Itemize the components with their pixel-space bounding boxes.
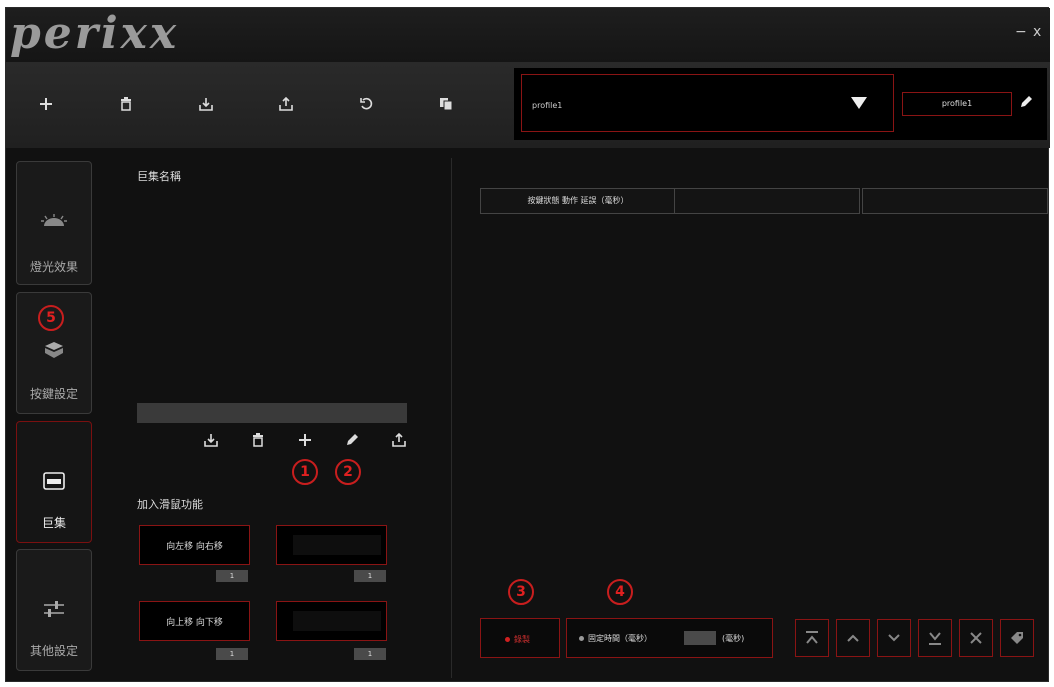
record-label: 錄製 — [514, 635, 530, 644]
counter-3[interactable]: 1 — [216, 648, 248, 660]
sidebar-item-label: 巨集 — [41, 516, 66, 530]
delete-step-button[interactable] — [959, 619, 993, 657]
counter-2[interactable]: 1 — [354, 570, 386, 582]
move-blank-slot-2[interactable] — [276, 601, 387, 641]
profile-dropdown[interactable]: profile1 — [521, 74, 894, 132]
key-icon — [45, 342, 63, 358]
ms-unit-label: (毫秒) — [722, 634, 745, 643]
blank-slot-inner — [293, 535, 381, 555]
profile-panel: profile1 profile1 — [514, 68, 1047, 140]
toolbar: profile1 profile1 — [6, 62, 1050, 148]
counter-1[interactable]: 1 — [216, 570, 248, 582]
import-macro-button[interactable] — [201, 430, 221, 450]
profile-name-field[interactable]: profile1 — [902, 92, 1012, 116]
macro-name-input[interactable] — [137, 403, 407, 423]
export-macro-button[interactable] — [389, 430, 409, 450]
copy-profile-button[interactable] — [432, 90, 460, 118]
sidebar-item-lighting[interactable]: 燈光效果 — [16, 161, 92, 285]
pencil-icon — [347, 434, 358, 445]
macro-list-title: 巨集名稱 — [137, 170, 181, 183]
fixed-time-option[interactable]: 固定時間（毫秒） (毫秒) — [566, 618, 773, 658]
record-radio-icon — [505, 637, 510, 642]
export-icon — [392, 433, 406, 447]
move-left-right-label: 向左移 向右移 — [166, 542, 223, 552]
tag-button[interactable] — [1000, 619, 1034, 657]
copy-icon — [440, 98, 453, 111]
chevrons-top-icon — [806, 631, 818, 644]
export-icon — [279, 97, 293, 111]
fixed-time-radio-icon — [579, 636, 584, 641]
grid-header-1: 按鍵狀態 動作 延誤（毫秒） — [480, 188, 676, 214]
chevron-down-icon — [888, 634, 900, 642]
record-button[interactable]: 錄製 — [480, 618, 560, 658]
tag-icon — [1011, 632, 1023, 644]
fixed-time-input[interactable] — [684, 631, 716, 645]
grid-header-2 — [674, 188, 860, 214]
reset-profile-button[interactable] — [352, 90, 380, 118]
minimize-button[interactable]: − — [1015, 24, 1027, 40]
trash-icon — [253, 433, 263, 447]
import-icon — [199, 98, 213, 111]
callout-3: 3 — [508, 579, 534, 605]
callout-2: 2 — [335, 459, 361, 485]
delete-profile-button[interactable] — [112, 90, 140, 118]
move-blank-slot-1[interactable] — [276, 525, 387, 565]
sidebar-item-other-settings[interactable]: 其他設定 — [16, 549, 92, 671]
grid-header-3 — [862, 188, 1048, 214]
undo-icon — [360, 97, 373, 110]
add-macro-button[interactable] — [295, 430, 315, 450]
counter-4[interactable]: 1 — [354, 648, 386, 660]
move-to-top-button[interactable] — [795, 619, 829, 657]
callout-1: 1 — [292, 459, 318, 485]
add-profile-button[interactable] — [32, 90, 60, 118]
delete-macro-button[interactable] — [248, 430, 268, 450]
move-down-button[interactable] — [877, 619, 911, 657]
dropdown-arrow-icon — [851, 97, 867, 109]
profile-dropdown-value: profile1 — [532, 101, 563, 110]
callout-5: 5 — [38, 305, 64, 331]
rename-profile-button[interactable] — [1019, 94, 1033, 113]
trash-icon — [121, 97, 131, 111]
fixed-time-label: 固定時間（毫秒） — [588, 634, 652, 643]
chevrons-bottom-icon — [929, 632, 941, 645]
sidebar-item-label: 燈光效果 — [29, 260, 78, 274]
macro-icon — [43, 472, 65, 490]
close-icon — [970, 632, 982, 644]
pencil-icon — [1021, 96, 1032, 107]
panel-divider — [451, 158, 452, 678]
mouse-function-title: 加入滑鼠功能 — [137, 498, 203, 511]
export-profile-button[interactable] — [272, 90, 300, 118]
sliders-icon — [44, 601, 64, 617]
import-profile-button[interactable] — [192, 90, 220, 118]
sidebar-item-label: 按鍵設定 — [29, 387, 78, 401]
app-window: perixx − x profile1 profile1 燈光效果 按鍵設定 巨… — [5, 7, 1050, 682]
import-icon — [204, 434, 218, 447]
move-up-down-label: 向上移 向下移 — [166, 618, 223, 628]
rename-macro-button[interactable] — [342, 430, 362, 450]
blank-slot-inner — [293, 611, 381, 631]
chevron-up-icon — [847, 634, 859, 642]
close-button[interactable]: x — [1033, 24, 1041, 40]
sidebar-item-macro[interactable]: 巨集 — [16, 421, 92, 543]
plus-icon — [299, 434, 311, 446]
plus-icon — [40, 98, 52, 110]
sidebar-item-label: 其他設定 — [29, 644, 78, 658]
move-left-right-button[interactable]: 向左移 向右移 — [139, 525, 250, 565]
title-bar: perixx − x — [6, 8, 1050, 62]
move-up-down-button[interactable]: 向上移 向下移 — [139, 601, 250, 641]
light-icon — [41, 214, 67, 226]
callout-4: 4 — [607, 579, 633, 605]
move-up-button[interactable] — [836, 619, 870, 657]
perixx-logo: perixx — [10, 8, 180, 59]
move-to-bottom-button[interactable] — [918, 619, 952, 657]
